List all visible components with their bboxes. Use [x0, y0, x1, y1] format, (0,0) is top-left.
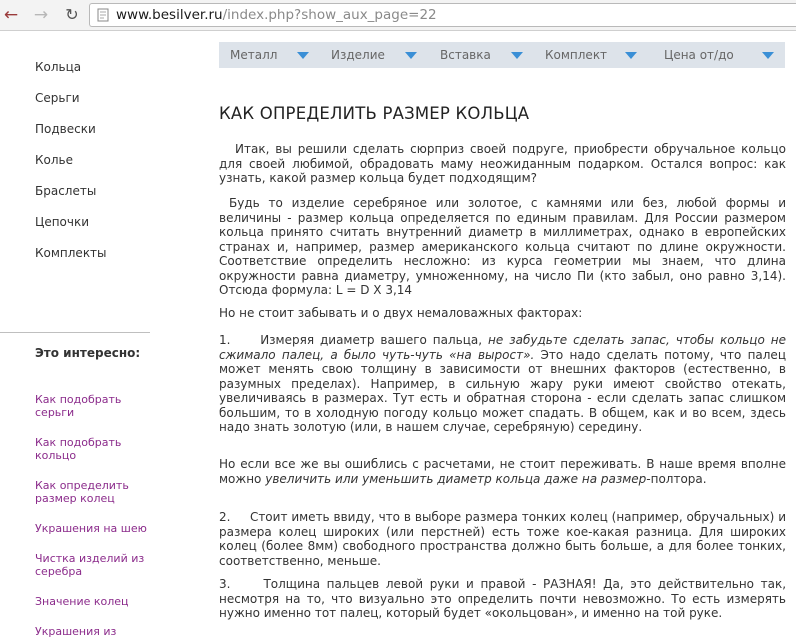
dropdown-arrow-icon[interactable]	[625, 52, 637, 59]
page-title: КАК ОПРЕДЕЛИТЬ РАЗМЕР КОЛЬЦА	[219, 104, 530, 123]
interest-heading: Это интересно:	[35, 346, 141, 360]
sidebar-item-bracelets[interactable]: Браслеты	[35, 184, 96, 198]
filter-price[interactable]: Цена от/до	[664, 42, 734, 68]
sidebar-item-earrings[interactable]: Серьги	[35, 91, 80, 105]
factor-2-text: Стоит иметь ввиду, что в выборе размера …	[219, 510, 786, 568]
sidebar-link-silver-cleaning[interactable]: Чистка изделий из серебра	[35, 552, 155, 578]
filter-bar: Металл Изделие Вставка Комплект Цена от/…	[219, 42, 785, 68]
resize-emphasis: увеличить или уменьшить диаметр кольца д…	[265, 471, 651, 486]
sidebar-divider	[0, 332, 150, 333]
sidebar-item-chains[interactable]: Цепочки	[35, 215, 89, 229]
sidebar-item-necklaces[interactable]: Колье	[35, 153, 73, 167]
filter-set[interactable]: Комплект	[545, 42, 607, 68]
paragraph-factor-2: 2. Стоит иметь ввиду, что в выборе разме…	[219, 510, 786, 568]
back-arrow-icon[interactable]: ←	[1, 5, 21, 25]
reload-icon[interactable]: ↻	[62, 5, 82, 25]
sidebar-link-ring-size[interactable]: Как определить размер колец	[35, 479, 155, 505]
resize-rest: полтора.	[650, 471, 707, 486]
sidebar-link-ring-guide[interactable]: Как подобрать кольцо	[35, 436, 155, 462]
paragraph-factor-3: 3. Толщина пальцев левой руки и правой -…	[219, 577, 786, 621]
paragraph-rules: Будь то изделие серебряное или золотое, …	[219, 196, 786, 297]
dropdown-arrow-icon[interactable]	[297, 52, 309, 59]
paragraph-intro: Итак, вы решили сделать сюрприз своей по…	[219, 142, 786, 185]
factor-3-text: Толщина пальцев левой руки и правой - РА…	[219, 577, 787, 620]
browser-toolbar: ← → ↻ www.besilver.ru/index.php?show_aux…	[0, 0, 796, 31]
sidebar-link-neck-jewelry[interactable]: Украшения на шею	[35, 522, 155, 535]
sidebar-item-sets[interactable]: Комплекты	[35, 246, 107, 260]
paragraph-factor-1: 1. Измеряя диаметр вашего пальца, не заб…	[219, 333, 786, 435]
factor-1-lead: Измеряя диаметр вашего пальца,	[260, 333, 483, 347]
sidebar-item-rings[interactable]: Кольца	[35, 60, 81, 74]
article: КАК ОПРЕДЕЛИТЬ РАЗМЕР КОЛЬЦА	[219, 104, 786, 123]
address-bar[interactable]: www.besilver.ru/index.php?show_aux_page=…	[89, 3, 796, 27]
sidebar-link-earrings-guide[interactable]: Как подобрать серьги	[35, 393, 155, 419]
sidebar-link-jewelry-from[interactable]: Украшения из	[35, 625, 155, 638]
filter-metal[interactable]: Металл	[230, 42, 277, 68]
dropdown-arrow-icon[interactable]	[511, 52, 523, 59]
list-number: 3.	[219, 577, 231, 591]
dropdown-arrow-icon[interactable]	[762, 52, 774, 59]
url-host: www.besilver.ru	[116, 7, 223, 23]
page-icon	[97, 8, 109, 22]
url-text: www.besilver.ru/index.php?show_aux_page=…	[116, 7, 437, 23]
sidebar-item-pendants[interactable]: Подвески	[35, 122, 96, 136]
paragraph-resize: Но если все же вы ошиблись с расчетами, …	[219, 457, 786, 486]
paragraph-factors: Но не стоит забывать и о двух немаловажн…	[219, 306, 583, 320]
sidebar-link-ring-meaning[interactable]: Значение колец	[35, 595, 155, 608]
list-number: 2.	[219, 510, 231, 524]
dropdown-arrow-icon[interactable]	[405, 52, 417, 59]
url-path: /index.php?show_aux_page=22	[222, 7, 437, 23]
filter-item[interactable]: Изделие	[331, 42, 385, 68]
list-number: 1.	[219, 333, 231, 347]
forward-arrow-icon[interactable]: →	[31, 5, 51, 25]
filter-insert[interactable]: Вставка	[440, 42, 491, 68]
